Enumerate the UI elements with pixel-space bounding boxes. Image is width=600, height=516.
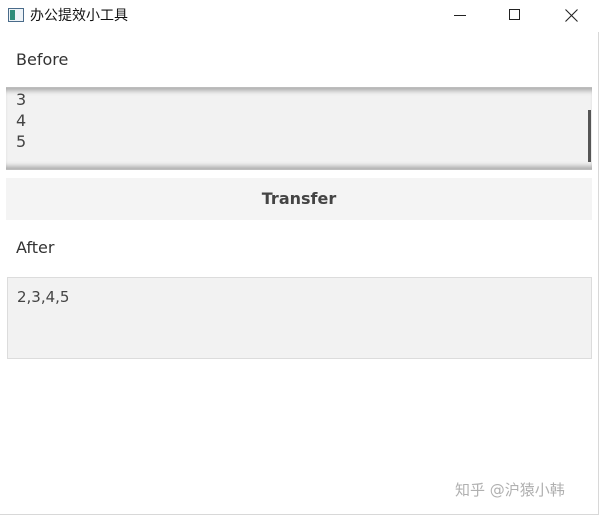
before-line: 4 [16, 111, 27, 130]
minimize-button[interactable] [432, 0, 488, 32]
before-lines: 3 4 5 [16, 89, 26, 152]
minimize-icon [454, 15, 466, 16]
app-window-icon [8, 8, 24, 22]
close-button[interactable] [544, 0, 600, 32]
after-output[interactable]: 2,3,4,5 [7, 277, 592, 359]
app-icon-pane [10, 10, 15, 20]
after-label: After [16, 238, 55, 257]
maximize-icon [509, 9, 520, 20]
before-input[interactable]: 3 4 5 [6, 87, 592, 170]
maximize-button[interactable] [488, 0, 544, 32]
window-frame [0, 0, 599, 515]
title-bar[interactable]: 办公提效小工具 [0, 0, 600, 32]
before-line: 3 [16, 90, 27, 109]
close-icon [565, 9, 578, 22]
window-title: 办公提效小工具 [30, 8, 128, 24]
before-label: Before [16, 50, 69, 69]
before-line: 5 [16, 132, 27, 151]
watermark: 知乎 @沪猿小韩 [455, 481, 565, 499]
after-value: 2,3,4,5 [17, 288, 70, 306]
transfer-button[interactable]: Transfer [6, 178, 592, 220]
before-scrollbar-thumb[interactable] [588, 110, 591, 162]
